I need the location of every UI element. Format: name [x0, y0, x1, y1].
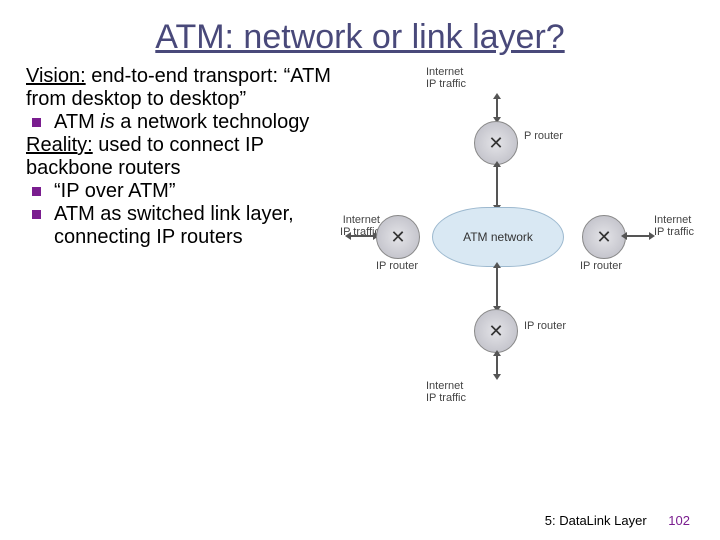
arrow-icon — [626, 235, 650, 237]
router-icon: ✕ — [376, 215, 420, 259]
slide-title: ATM: network or link layer? — [0, 0, 720, 57]
atm-cloud: ATM network — [432, 207, 564, 267]
b1-em: is — [100, 111, 114, 133]
label-router-right: IP router — [580, 261, 622, 273]
footer-chapter: 5: DataLink Layer — [545, 513, 647, 528]
b1-pre: ATM — [54, 111, 100, 133]
vision-line: Vision: end-to-end transport: “ATM from … — [26, 65, 346, 111]
router-icon: ✕ — [474, 121, 518, 165]
slide-footer: 5: DataLink Layer 102 — [545, 513, 690, 528]
label-router-top: P router — [524, 131, 563, 143]
vision-label: Vision: — [26, 65, 86, 87]
label-router-bottom: IP router — [524, 321, 566, 333]
label-internet-bottom: InternetIP traffic — [426, 381, 466, 404]
label-internet-right: InternetIP traffic — [654, 215, 694, 238]
reality-line: Reality: used to connect IP backbone rou… — [26, 134, 346, 180]
network-diagram: InternetIP traffic ✕ P router ATM networ… — [354, 65, 694, 425]
arrow-icon — [496, 355, 498, 375]
arrow-icon — [496, 166, 498, 206]
reality-bullet-2: ATM as switched link layer, connecting I… — [26, 203, 346, 249]
content-row: Vision: end-to-end transport: “ATM from … — [0, 57, 720, 425]
body-text: Vision: end-to-end transport: “ATM from … — [0, 57, 354, 425]
reality-bullet-1: “IP over ATM” — [26, 180, 346, 203]
b1-post: a network technology — [115, 111, 310, 133]
arrow-icon — [496, 98, 498, 118]
reality-label: Reality: — [26, 134, 93, 156]
label-router-left: IP router — [376, 261, 418, 273]
footer-page: 102 — [668, 513, 690, 528]
vision-bullet-1: ATM is a network technology — [26, 111, 346, 134]
router-icon: ✕ — [582, 215, 626, 259]
router-icon: ✕ — [474, 309, 518, 353]
arrow-icon — [350, 235, 374, 237]
arrow-icon — [496, 267, 498, 307]
label-internet-top: InternetIP traffic — [426, 67, 466, 90]
